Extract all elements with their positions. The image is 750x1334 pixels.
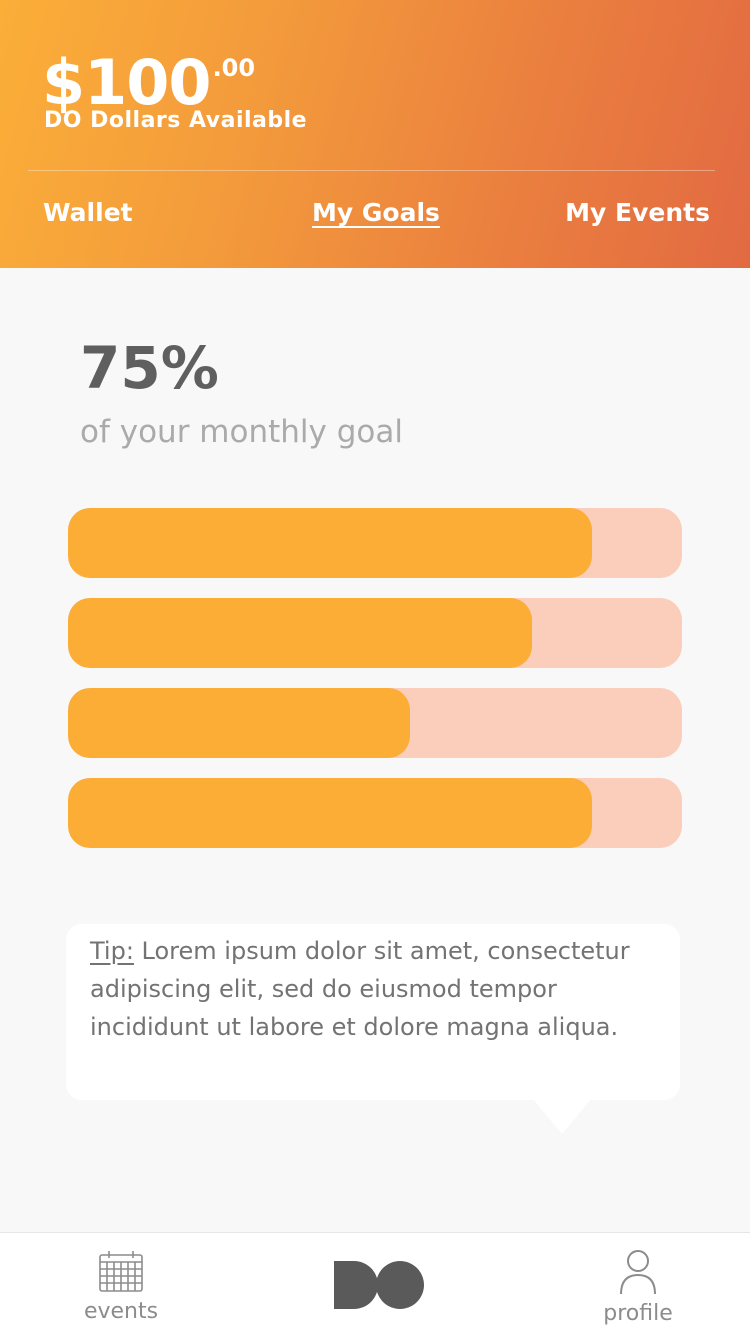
goal-subtitle: of your monthly goal [80, 414, 403, 450]
tab-my-events[interactable]: My Events [565, 198, 710, 227]
progress-bar-1 [68, 508, 682, 578]
header-divider [28, 170, 715, 171]
tab-wallet[interactable]: Wallet [43, 198, 133, 227]
progress-fill-1 [68, 508, 593, 578]
bottom-nav: events profile [0, 1232, 750, 1334]
balance-label: DO Dollars Available [44, 108, 308, 133]
nav-profile-label: profile [603, 1301, 673, 1326]
progress-fill-3 [68, 688, 410, 758]
nav-profile[interactable]: profile [598, 1249, 678, 1326]
calendar-icon [99, 1251, 143, 1292]
tip-text: Lorem ipsum dolor sit amet, consectetur … [90, 937, 630, 1041]
tip-bubble-pointer [532, 1098, 592, 1134]
nav-events[interactable]: events [82, 1249, 160, 1324]
tip-label: Tip: [90, 937, 134, 965]
nav-events-label: events [83, 1299, 159, 1324]
tip-bubble: Tip: Lorem ipsum dolor sit amet, consect… [66, 924, 680, 1100]
balance-amount: $100.00 [42, 32, 255, 119]
progress-bar-3 [68, 688, 682, 758]
progress-bar-2 [68, 598, 682, 668]
do-logo-icon[interactable] [333, 1261, 425, 1309]
user-icon [620, 1250, 656, 1295]
balance-cents: .00 [212, 54, 256, 82]
wallet-header: $100.00 DO Dollars Available Wallet My G… [0, 0, 750, 268]
progress-bar-4 [68, 778, 682, 848]
progress-fill-2 [68, 598, 533, 668]
progress-fill-4 [68, 778, 593, 848]
tab-my-goals[interactable]: My Goals [312, 198, 440, 227]
goal-percent: 75% [80, 334, 219, 402]
